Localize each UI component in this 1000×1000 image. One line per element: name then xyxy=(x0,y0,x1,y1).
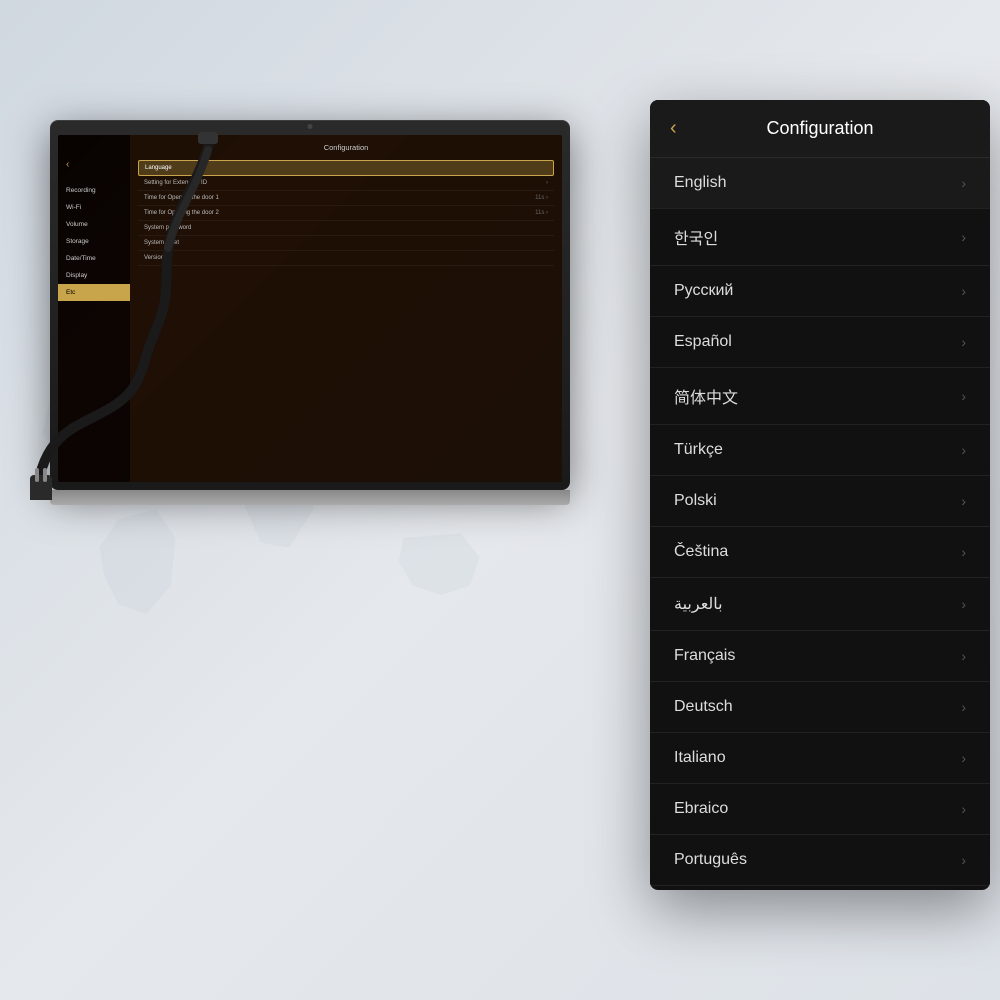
config-item-arabic[interactable]: بالعربية › xyxy=(650,578,990,631)
config-item-label-german: Deutsch xyxy=(674,698,733,716)
config-item-label-english: English xyxy=(674,174,726,192)
config-header: ‹ Configuration xyxy=(650,100,990,158)
config-item-french[interactable]: Français › xyxy=(650,631,990,682)
config-item-english[interactable]: English › xyxy=(650,158,990,209)
config-item-chevron-french: › xyxy=(961,648,966,664)
config-item-korean[interactable]: 한국인 › xyxy=(650,209,990,266)
config-item-hebrew[interactable]: Ebraico › xyxy=(650,784,990,835)
config-item-chevron-czech: › xyxy=(961,544,966,560)
config-item-chevron-russian: › xyxy=(961,283,966,299)
config-item-chevron-turkish: › xyxy=(961,442,966,458)
config-item-label-polish: Polski xyxy=(674,492,717,510)
config-item-chevron-polish: › xyxy=(961,493,966,509)
config-panel-title: Configuration xyxy=(670,118,970,139)
config-item-chevron-portuguese: › xyxy=(961,852,966,868)
screen-door2-value: 11s › xyxy=(535,210,548,216)
config-item-chevron-korean: › xyxy=(961,229,966,245)
config-item-label-portuguese: Português xyxy=(674,851,747,869)
config-item-german[interactable]: Deutsch › xyxy=(650,682,990,733)
config-language-list: English › 한국인 › Русский › Español › 简体中文 › Türkçe ›… xyxy=(650,158,990,886)
config-item-chevron-hebrew: › xyxy=(961,801,966,817)
config-item-chevron-english: › xyxy=(961,175,966,191)
config-item-label-korean: 한국인 xyxy=(674,225,718,249)
config-panel: ‹ Configuration English›한국인›Русский›Espa… xyxy=(650,100,990,890)
config-item-label-czech: Čeština xyxy=(674,543,728,561)
config-item-chevron-spanish: › xyxy=(961,334,966,350)
config-item-russian[interactable]: Русский › xyxy=(650,266,990,317)
config-item-label-arabic: بالعربية xyxy=(674,594,723,614)
config-item-chevron-chinese: › xyxy=(961,388,966,404)
config-item-label-italian: Italiano xyxy=(674,749,726,767)
config-item-label-turkish: Türkçe xyxy=(674,441,723,459)
config-item-label-hebrew: Ebraico xyxy=(674,800,728,818)
config-item-label-french: Français xyxy=(674,647,735,665)
screen-extension-chevron: › xyxy=(546,180,548,186)
config-item-czech[interactable]: Čeština › xyxy=(650,527,990,578)
config-item-label-spanish: Español xyxy=(674,333,732,351)
config-item-label-russian: Русский xyxy=(674,282,733,300)
config-item-turkish[interactable]: Türkçe › xyxy=(650,425,990,476)
config-item-spanish[interactable]: Español › xyxy=(650,317,990,368)
config-item-label-chinese: 简体中文 xyxy=(674,384,738,408)
config-item-polish[interactable]: Polski › xyxy=(650,476,990,527)
config-item-italian[interactable]: Italiano › xyxy=(650,733,990,784)
device-container: ‹ Recording Wi-Fi Volume Storage Date/Ti… xyxy=(30,120,610,820)
config-item-chevron-german: › xyxy=(961,699,966,715)
config-item-chinese[interactable]: 简体中文 › xyxy=(650,368,990,425)
config-back-button[interactable]: ‹ xyxy=(670,117,677,140)
screen-door1-value: 11s › xyxy=(535,195,548,201)
config-item-chevron-italian: › xyxy=(961,750,966,766)
config-item-portuguese[interactable]: Português › xyxy=(650,835,990,886)
power-cable xyxy=(30,120,450,500)
config-item-chevron-arabic: › xyxy=(961,596,966,612)
